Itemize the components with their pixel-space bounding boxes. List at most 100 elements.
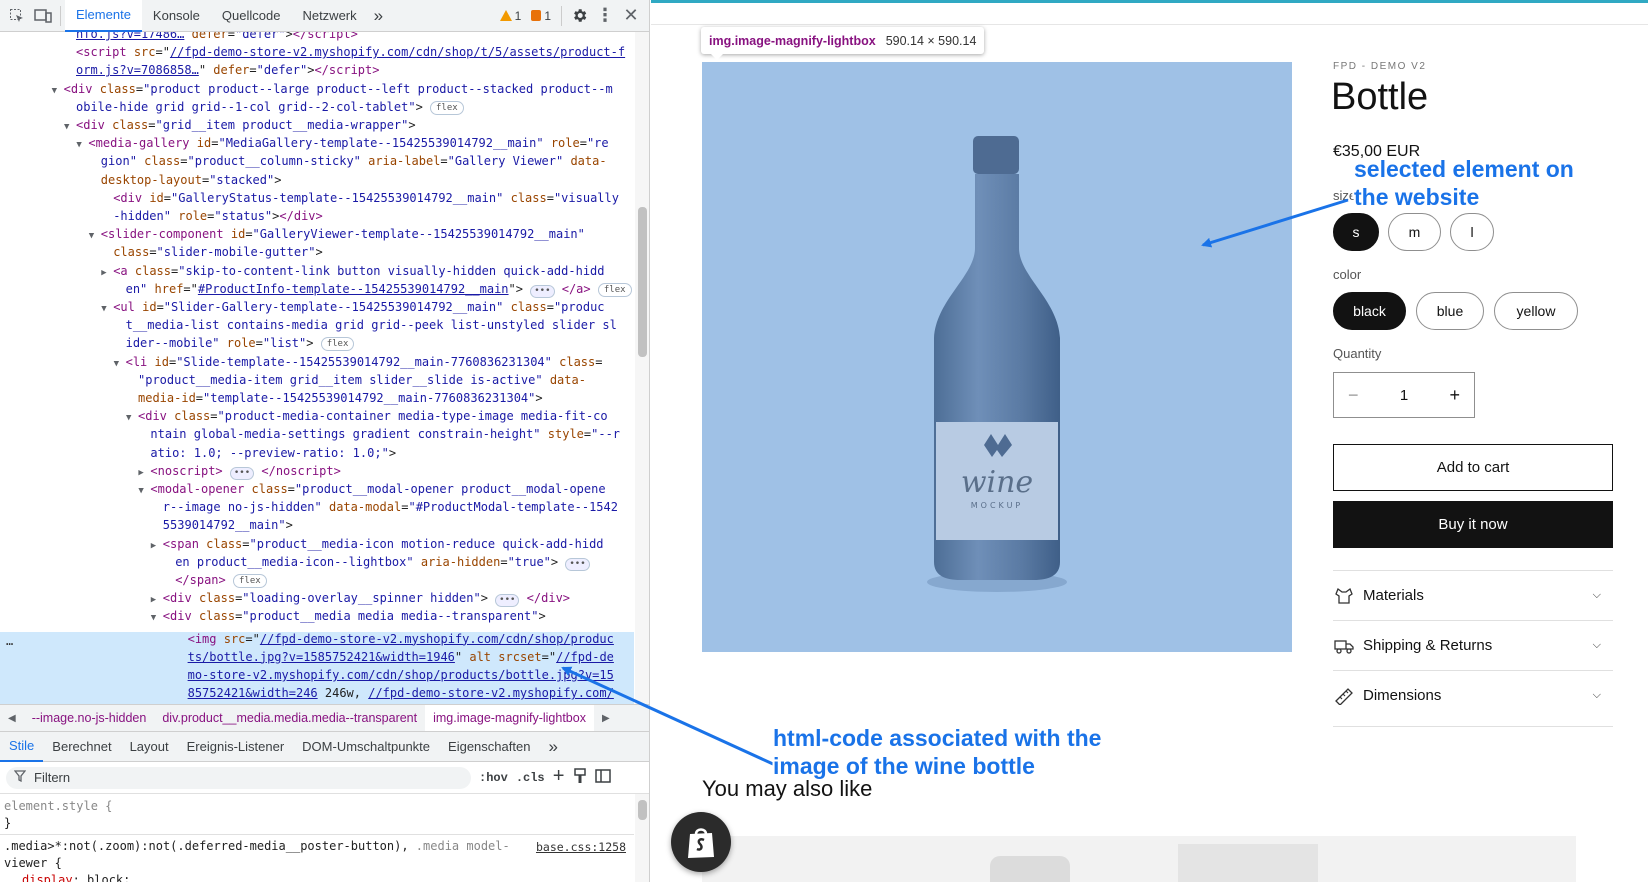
toggle-sidebar-icon[interactable] — [594, 768, 611, 787]
dom-node-line[interactable]: ▼ <ul id="Slider-Gallery-template--154255… — [0, 298, 634, 318]
tooltip-element-size: 590.14 × 590.14 — [885, 33, 977, 48]
dom-node-line[interactable]: en product__media-icon--lightbox" aria-h… — [0, 553, 634, 571]
dom-node-line[interactable]: desktop-layout="stacked"> — [0, 171, 634, 189]
dom-node-line[interactable]: obile-hide grid grid--1-col grid--2-col-… — [0, 98, 634, 116]
dom-node-line[interactable]: ntain global-media-settings gradient con… — [0, 425, 634, 443]
more-subtabs-button[interactable]: » — [539, 732, 566, 762]
dom-node-line[interactable]: ▼ <div class="product product--large prod… — [0, 80, 634, 100]
dom-node-line[interactable]: nfo.js?v=17486… defer="defer"></script> — [0, 32, 634, 43]
size-option-s[interactable]: s — [1333, 213, 1379, 251]
device-toolbar-icon[interactable] — [30, 3, 56, 29]
breadcrumb-item[interactable]: --image.no-js-hidden — [24, 711, 155, 725]
dom-node-line[interactable]: ▼ <media-gallery id="MediaGallery-templat… — [0, 134, 634, 154]
scrollbar-thumb[interactable] — [638, 800, 647, 820]
dom-node-line-selected[interactable]: mo-store-v2.myshopify.com/cdn/shop/produ… — [0, 666, 634, 684]
accordion-materials[interactable]: Materials ⌵ — [1333, 570, 1613, 620]
dom-node-line[interactable]: class="slider-mobile-gutter"> — [0, 243, 634, 261]
inspect-element-icon[interactable] — [4, 3, 30, 29]
css-declaration[interactable]: display: block; — [22, 872, 130, 882]
dom-node-line[interactable]: ider--mobile" role="list"> flex — [0, 334, 634, 352]
element-style-selector[interactable]: element.style { — [4, 798, 112, 815]
minus-icon[interactable]: − — [1348, 385, 1359, 406]
collapse-triangle-icon[interactable]: ▼ — [151, 609, 163, 627]
color-option-black[interactable]: black — [1333, 292, 1406, 330]
dom-node-line[interactable]: ▶ <span class="product__media-icon motion… — [0, 535, 634, 555]
product-card[interactable] — [920, 836, 1140, 882]
css-source-link[interactable]: base.css:1258 — [536, 839, 626, 856]
dom-node-line[interactable]: <div id="GalleryStatus-template--1542553… — [0, 189, 634, 207]
more-options-icon[interactable]: ⋮ — [592, 3, 618, 29]
dom-node-line[interactable]: r--image no-js-hidden" data-modal="#Prod… — [0, 498, 634, 516]
product-card[interactable] — [1138, 836, 1358, 882]
tab-quellcode[interactable]: Quellcode — [211, 0, 292, 32]
size-option-l[interactable]: l — [1450, 213, 1494, 251]
subtab-layout[interactable]: Layout — [121, 732, 178, 762]
errors-badge[interactable]: 1 — [531, 9, 551, 23]
dom-node-line[interactable]: -hidden" role="status"></div> — [0, 207, 634, 225]
dom-node-line[interactable]: ▼ <div class="product-media-container med… — [0, 407, 634, 427]
settings-gear-icon[interactable] — [566, 3, 592, 29]
more-tabs-button[interactable]: » — [368, 0, 389, 32]
breadcrumb-scroll-right-icon[interactable]: ▶ — [594, 713, 618, 724]
accordion-dimensions[interactable]: Dimensions ⌵ — [1333, 670, 1613, 720]
tab-netzwerk[interactable]: Netzwerk — [291, 0, 367, 32]
color-option-yellow[interactable]: yellow — [1494, 292, 1578, 330]
color-option-blue[interactable]: blue — [1416, 292, 1484, 330]
dom-node-line-selected[interactable]: 85752421&width=246 246w, //fpd-demo-stor… — [0, 684, 634, 702]
dom-node-line[interactable]: ▶ <a class="skip-to-content-link button v… — [0, 262, 634, 282]
close-devtools-icon[interactable]: ✕ — [618, 3, 644, 29]
dom-node-line[interactable]: t__media-list contains-media grid grid--… — [0, 316, 634, 334]
dom-tree-scrollbar[interactable] — [635, 32, 649, 704]
product-card[interactable] — [1356, 836, 1576, 882]
tab-konsole[interactable]: Konsole — [142, 0, 211, 32]
dom-node-line[interactable]: "product__media-item grid__item slider__… — [0, 371, 634, 389]
dom-node-line[interactable]: ▶ <div class="loading-overlay__spinner hi… — [0, 589, 634, 609]
dom-node-line[interactable]: ▼ <div class="product__media media media-… — [0, 607, 634, 627]
product-image-highlighted[interactable]: wine MOCKUP — [702, 62, 1292, 652]
warnings-badge[interactable]: 1 — [499, 9, 521, 23]
styles-filter-input[interactable]: Filtern — [6, 766, 471, 789]
dom-node-line[interactable]: ▶ <noscript> ••• </noscript> — [0, 462, 634, 482]
new-style-rule-icon[interactable]: + — [553, 766, 565, 789]
breadcrumb-scroll-left-icon[interactable]: ◀ — [0, 713, 24, 724]
subtab-eigenschaften[interactable]: Eigenschaften — [439, 732, 539, 762]
dom-node-line[interactable]: </span> flex — [0, 571, 634, 589]
breadcrumb-item-selected[interactable]: img.image-magnify-lightbox — [425, 705, 594, 731]
accordion-shipping[interactable]: Shipping & Returns ⌵ — [1333, 620, 1613, 670]
quantity-input[interactable]: 1 — [1400, 387, 1408, 404]
dom-node-line[interactable]: en" href="#ProductInfo-template--1542553… — [0, 280, 634, 298]
plus-icon[interactable]: + — [1449, 385, 1460, 406]
subtab-dom-umschaltpunkte[interactable]: DOM-Umschaltpunkte — [293, 732, 439, 762]
subtab-berechnet[interactable]: Berechnet — [43, 732, 120, 762]
buy-now-button[interactable]: Buy it now — [1333, 501, 1613, 548]
add-to-cart-button[interactable]: Add to cart — [1333, 444, 1613, 491]
tab-elemente[interactable]: Elemente — [65, 0, 142, 32]
dom-node-line[interactable]: <script src="//fpd-demo-store-v2.myshopi… — [0, 43, 634, 61]
dom-node-line[interactable]: gion" class="product__column-sticky" ari… — [0, 152, 634, 170]
truck-icon — [1333, 637, 1355, 655]
size-option-m[interactable]: m — [1388, 213, 1441, 251]
dom-node-line[interactable]: ▼ <li id="Slide-template--15425539014792_… — [0, 353, 634, 373]
dom-node-line-selected[interactable]: ts/bottle.jpg?v=1585752421&width=1946" a… — [0, 648, 634, 666]
dom-node-line[interactable]: atio: 1.0; --preview-ratio: 1.0;"> — [0, 444, 634, 462]
selected-node-ellipsis[interactable]: … — [6, 632, 13, 650]
css-rule-selector[interactable]: .media>*:not(.zoom):not(.deferred-media_… — [4, 838, 510, 855]
breadcrumb-item[interactable]: div.product__media.media.media--transpar… — [154, 711, 425, 725]
cls-toggle[interactable]: .cls — [516, 771, 545, 785]
dom-node-line-selected[interactable]: <img src="//fpd-demo-store-v2.myshopify.… — [0, 630, 634, 648]
hov-toggle[interactable]: :hov — [479, 771, 508, 785]
shopify-bag-icon[interactable] — [671, 812, 731, 872]
dom-node-line[interactable]: ▼ <modal-opener class="product__modal-ope… — [0, 480, 634, 500]
dom-node-line[interactable]: ▼ <div class="grid__item product__media-w… — [0, 116, 634, 136]
dom-node-line[interactable]: orm.js?v=7086858…" defer="defer"></scrip… — [0, 61, 634, 79]
subtab-stile[interactable]: Stile — [0, 732, 44, 762]
dom-node-line[interactable]: 5539014792__main"> — [0, 516, 634, 534]
dom-node-line[interactable]: media-id="template--15425539014792__main… — [0, 389, 634, 407]
css-rule-selector-cont: viewer { — [4, 856, 62, 870]
scrollbar-thumb[interactable] — [638, 207, 647, 357]
dom-node-line[interactable]: ▼ <slider-component id="GalleryViewer-tem… — [0, 225, 634, 245]
subtab-ereignis-listener[interactable]: Ereignis-Listener — [178, 732, 294, 762]
paint-brush-icon[interactable] — [573, 767, 587, 788]
product-card[interactable] — [702, 836, 922, 882]
styles-scrollbar[interactable] — [635, 794, 649, 882]
